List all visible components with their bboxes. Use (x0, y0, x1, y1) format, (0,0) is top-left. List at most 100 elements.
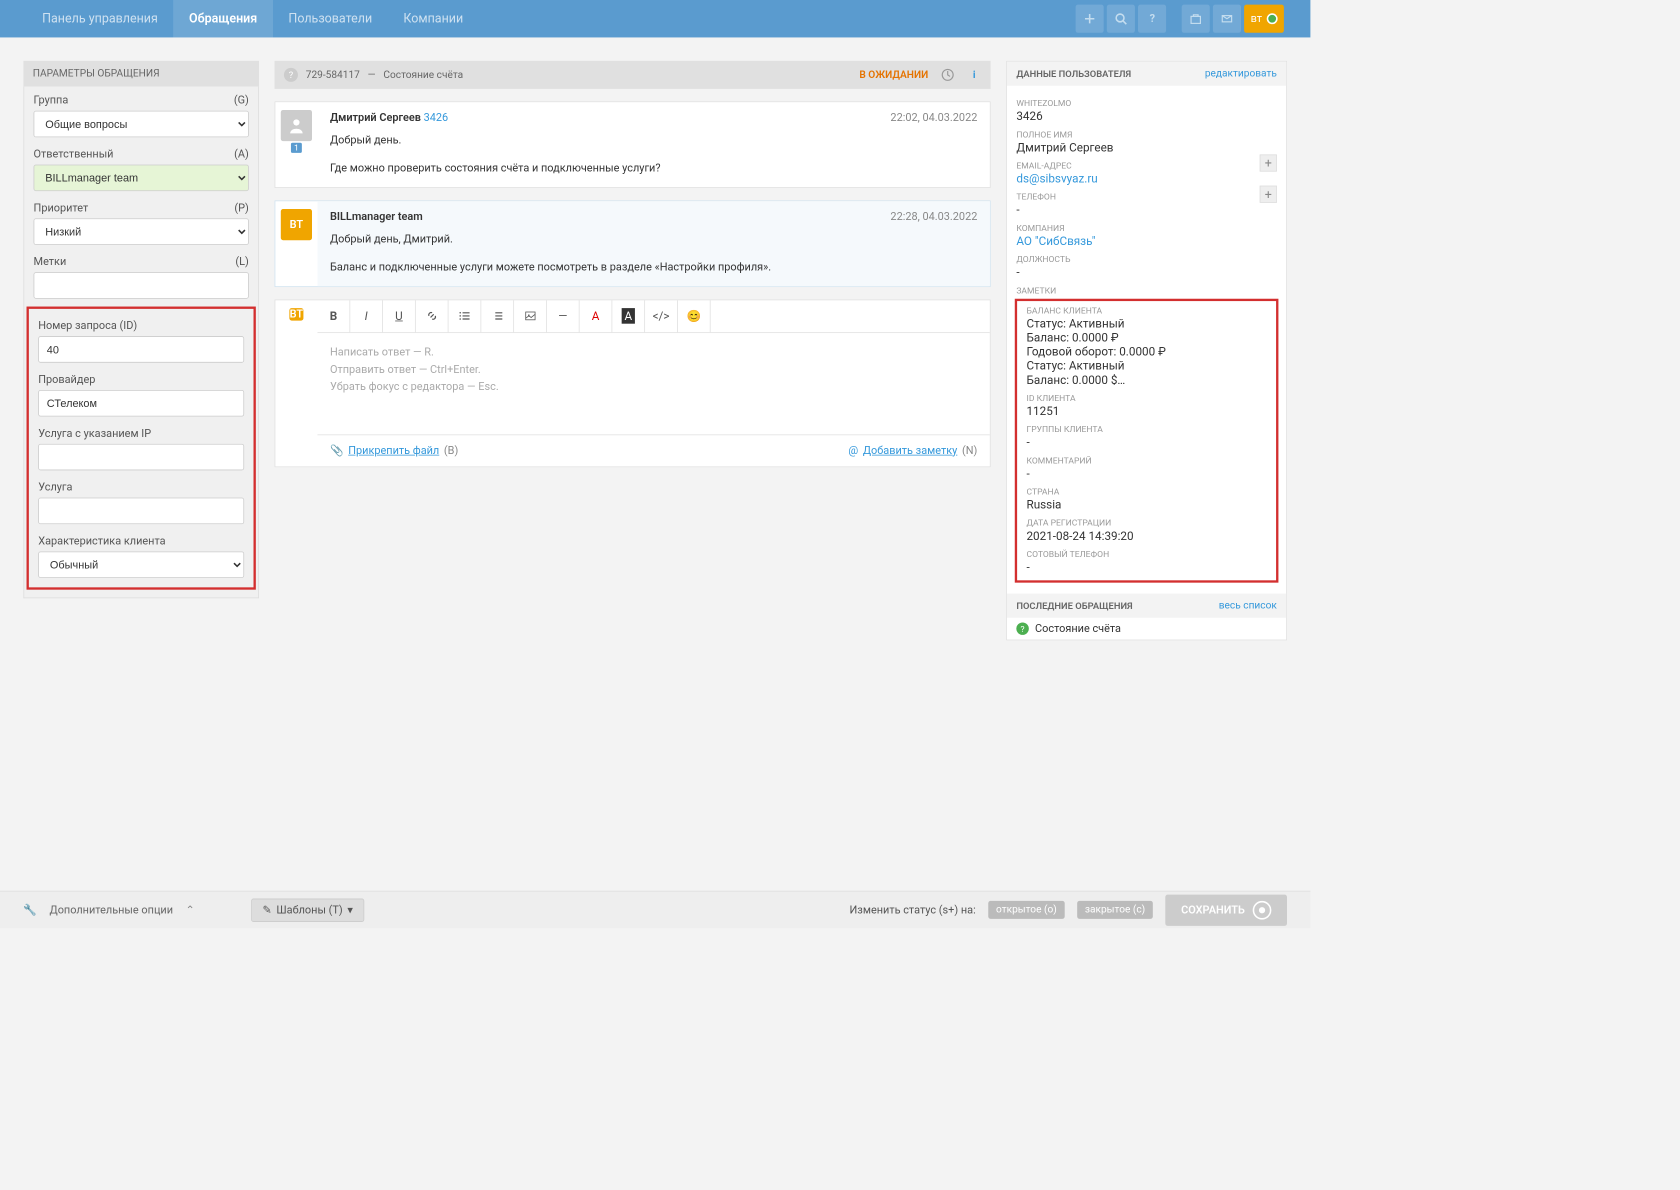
label-request-id: Номер запроса (ID) (38, 320, 137, 332)
provider-input[interactable] (38, 390, 244, 417)
label-client-char: Характеристика клиента (38, 535, 165, 547)
request-id-input[interactable] (38, 336, 244, 363)
service-ip-input[interactable] (38, 444, 244, 471)
priority-select[interactable]: Низкий (34, 218, 249, 245)
highlighted-client-box: БАЛАНС КЛИЕНТА Статус: Активный Баланс: … (1015, 299, 1279, 583)
label-fullname: ПОЛНОЕ ИМЯ (1016, 129, 1277, 139)
save-button[interactable]: СОХРАНИТЬ (1165, 894, 1287, 925)
add-email-button[interactable]: + (1260, 154, 1277, 171)
text-color-button[interactable]: A (580, 300, 613, 332)
recent-all-link[interactable]: весь список (1219, 600, 1277, 612)
info-icon[interactable]: i (967, 68, 981, 82)
attach-hotkey: (B) (444, 444, 458, 456)
value-country: Russia (1026, 498, 1266, 512)
nav-users[interactable]: Пользователи (273, 0, 388, 37)
label-assignee: Ответственный (34, 148, 114, 160)
highlighted-fields-box: Номер запроса (ID) Провайдер Услуга с ук… (27, 307, 256, 590)
help-icon[interactable]: ? (1138, 5, 1166, 33)
balance-line: Статус: Активный (1026, 317, 1266, 331)
ordered-list-button[interactable] (481, 300, 514, 332)
search-icon[interactable] (1107, 5, 1135, 33)
label-tags: Метки (34, 256, 67, 268)
nav-dashboard[interactable]: Панель управления (27, 0, 174, 37)
user-data-header: ДАННЫЕ ПОЛЬЗОВАТЕЛЯ (1016, 68, 1131, 79)
add-phone-button[interactable]: + (1260, 186, 1277, 203)
emoji-button[interactable]: 😊 (678, 300, 711, 332)
service-input[interactable] (38, 498, 244, 525)
balance-line: Годовой оборот: 0.0000 ₽ (1026, 345, 1266, 359)
label-company: КОМПАНИЯ (1016, 223, 1277, 233)
editor-placeholder-line: Отправить ответ — Ctrl+Enter. (330, 361, 977, 378)
value-fullname: Дмитрий Сергеев (1016, 140, 1277, 154)
msg-author: BILLmanager team (330, 210, 423, 222)
extra-options-toggle[interactable]: Дополнительные опции (49, 904, 173, 916)
hotkey-assignee: (A) (234, 148, 249, 160)
user-chip[interactable]: вт (1244, 5, 1284, 33)
ticket-title: Состояние счёта (383, 69, 463, 81)
msg-line: Где можно проверить состояния счёта и по… (330, 160, 977, 177)
wrench-icon: 🔧 (23, 904, 37, 916)
label-client-groups: ГРУППЫ КЛИЕНТА (1026, 424, 1266, 434)
nav-tickets[interactable]: Обращения (173, 0, 272, 37)
value-email[interactable]: ds@sibsvyaz.ru (1016, 172, 1097, 186)
mail-icon[interactable] (1213, 5, 1241, 33)
templates-button[interactable]: ✎ Шаблоны (T) ▾ (251, 898, 365, 921)
value-comment: - (1026, 466, 1266, 480)
at-icon: @ (848, 444, 858, 456)
chevron-down-icon: ▾ (347, 904, 352, 916)
value-company[interactable]: АО "СибСвязь" (1016, 234, 1277, 248)
status-closed-button[interactable]: закрытое (c) (1077, 901, 1153, 919)
editor-toolbar: B I U — A A </> 😊 (317, 300, 989, 333)
label-country: СТРАНА (1026, 487, 1266, 497)
value-mobile: - (1026, 560, 1266, 574)
value-position: - (1016, 265, 1277, 279)
top-nav: Панель управления Обращения Пользователи… (0, 0, 1310, 37)
edit-user-link[interactable]: редактировать (1205, 68, 1277, 80)
recent-ticket-item[interactable]: ? Состояние счёта (1007, 618, 1286, 640)
assignee-select[interactable]: BILLmanager team (34, 165, 249, 192)
italic-button[interactable]: I (350, 300, 383, 332)
label-balance: БАЛАНС КЛИЕНТА (1026, 306, 1266, 316)
msg-author: Дмитрий Сергеев (330, 112, 421, 124)
ticket-header: ? 729-584117 — Состояние счёта В ОЖИДАНИ… (275, 61, 991, 89)
add-note-link[interactable]: Добавить заметку (863, 444, 958, 456)
client-char-select[interactable]: Обычный (38, 551, 244, 578)
sidebar-title: ПАРАМЕТРЫ ОБРАЩЕНИЯ (33, 68, 160, 80)
editor-textarea[interactable]: Написать ответ — R. Отправить ответ — Ct… (317, 333, 989, 434)
value-client-groups: - (1026, 435, 1266, 449)
list-button[interactable] (448, 300, 481, 332)
underline-button[interactable]: U (383, 300, 416, 332)
bg-color-button[interactable]: A (612, 300, 645, 332)
group-select[interactable]: Общие вопросы (34, 111, 249, 138)
attach-file-link[interactable]: Прикрепить файл (348, 444, 439, 456)
label-notes: ЗАМЕТКИ (1016, 285, 1277, 295)
tags-input[interactable] (34, 272, 249, 299)
msg-line: Добрый день. (330, 132, 977, 149)
message-customer: 1 Дмитрий Сергеев 3426 22:02, 04.03.2022… (275, 101, 991, 187)
value-whitezolmo: 3426 (1016, 109, 1277, 123)
note-hotkey: (N) (962, 444, 977, 456)
label-comment: КОММЕНТАРИЙ (1026, 456, 1266, 466)
code-button[interactable]: </> (645, 300, 678, 332)
msg-author-id-link[interactable]: 3426 (424, 112, 449, 124)
bold-button[interactable]: B (317, 300, 350, 332)
question-icon: ? (284, 68, 298, 82)
add-icon[interactable] (1076, 5, 1104, 33)
link-button[interactable] (416, 300, 449, 332)
hr-button[interactable]: — (547, 300, 580, 332)
value-client-id: 11251 (1026, 404, 1266, 418)
recent-ticket-title: Состояние счёта (1035, 622, 1121, 634)
image-button[interactable] (514, 300, 547, 332)
label-mobile: СОТОВЫЙ ТЕЛЕФОН (1026, 549, 1266, 559)
briefcase-icon[interactable] (1182, 5, 1210, 33)
save-label: СОХРАНИТЬ (1181, 904, 1245, 916)
status-open-button[interactable]: открытое (o) (988, 901, 1064, 919)
hotkey-tags: (L) (235, 256, 248, 268)
nav-companies[interactable]: Компании (388, 0, 479, 37)
history-icon[interactable] (941, 68, 955, 82)
label-priority: Приоритет (34, 202, 89, 214)
chevron-up-icon: ⌃ (186, 904, 195, 916)
label-whitezolmo: WHITEZOLMO (1016, 98, 1277, 108)
avatar-staff-icon: BT (281, 209, 312, 240)
msg-line: Баланс и подключенные услуги можете посм… (330, 259, 977, 276)
